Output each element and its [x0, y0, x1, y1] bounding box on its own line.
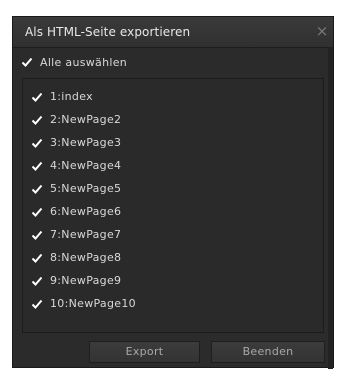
- page-item-label: 10:NewPage10: [50, 297, 136, 310]
- checkmark-icon: [31, 91, 43, 103]
- page-item-5[interactable]: 5:NewPage5: [23, 177, 323, 200]
- page-item-label: 2:NewPage2: [50, 113, 122, 126]
- export-button[interactable]: Export: [89, 341, 200, 363]
- page-item-label: 4:NewPage4: [50, 159, 122, 172]
- checkmark-icon: [31, 275, 43, 287]
- page-item-8[interactable]: 8:NewPage8: [23, 246, 323, 269]
- checkmark-icon: [31, 114, 43, 126]
- page-item-10[interactable]: 10:NewPage10: [23, 292, 323, 315]
- select-all-label: Alle auswählen: [40, 55, 128, 69]
- checkmark-icon: [31, 183, 43, 195]
- page-item-label: 5:NewPage5: [50, 182, 122, 195]
- page-item-label: 6:NewPage6: [50, 205, 122, 218]
- page-item-label: 7:NewPage7: [50, 228, 122, 241]
- checkmark-icon: [31, 160, 43, 172]
- page-item-label: 9:NewPage9: [50, 274, 122, 287]
- checkmark-icon: [21, 56, 33, 68]
- dialog-titlebar[interactable]: Als HTML-Seite exportieren ×: [13, 17, 333, 48]
- page-list: 1:index 2:NewPage2 3:NewPage3 4:NewPage4…: [22, 78, 324, 333]
- checkmark-icon: [31, 298, 43, 310]
- close-button[interactable]: Beenden: [211, 341, 325, 363]
- page-item-1[interactable]: 1:index: [23, 85, 323, 108]
- dialog-title: Als HTML-Seite exportieren: [25, 25, 191, 39]
- dialog-footer: Export Beenden: [13, 337, 333, 367]
- page-item-4[interactable]: 4:NewPage4: [23, 154, 323, 177]
- page-item-3[interactable]: 3:NewPage3: [23, 131, 323, 154]
- page-item-label: 1:index: [50, 90, 93, 103]
- close-icon[interactable]: ×: [313, 22, 331, 40]
- select-all-checkbox[interactable]: Alle auswählen: [21, 53, 127, 71]
- scrollbar[interactable]: [328, 47, 333, 369]
- page-item-label: 8:NewPage8: [50, 251, 122, 264]
- checkmark-icon: [31, 252, 43, 264]
- page-item-2[interactable]: 2:NewPage2: [23, 108, 323, 131]
- page-item-6[interactable]: 6:NewPage6: [23, 200, 323, 223]
- checkmark-icon: [31, 229, 43, 241]
- checkmark-icon: [31, 206, 43, 218]
- page-item-9[interactable]: 9:NewPage9: [23, 269, 323, 292]
- checkmark-icon: [31, 137, 43, 149]
- page-item-label: 3:NewPage3: [50, 136, 122, 149]
- page-item-7[interactable]: 7:NewPage7: [23, 223, 323, 246]
- export-html-dialog: Als HTML-Seite exportieren × Alle auswäh…: [12, 16, 334, 369]
